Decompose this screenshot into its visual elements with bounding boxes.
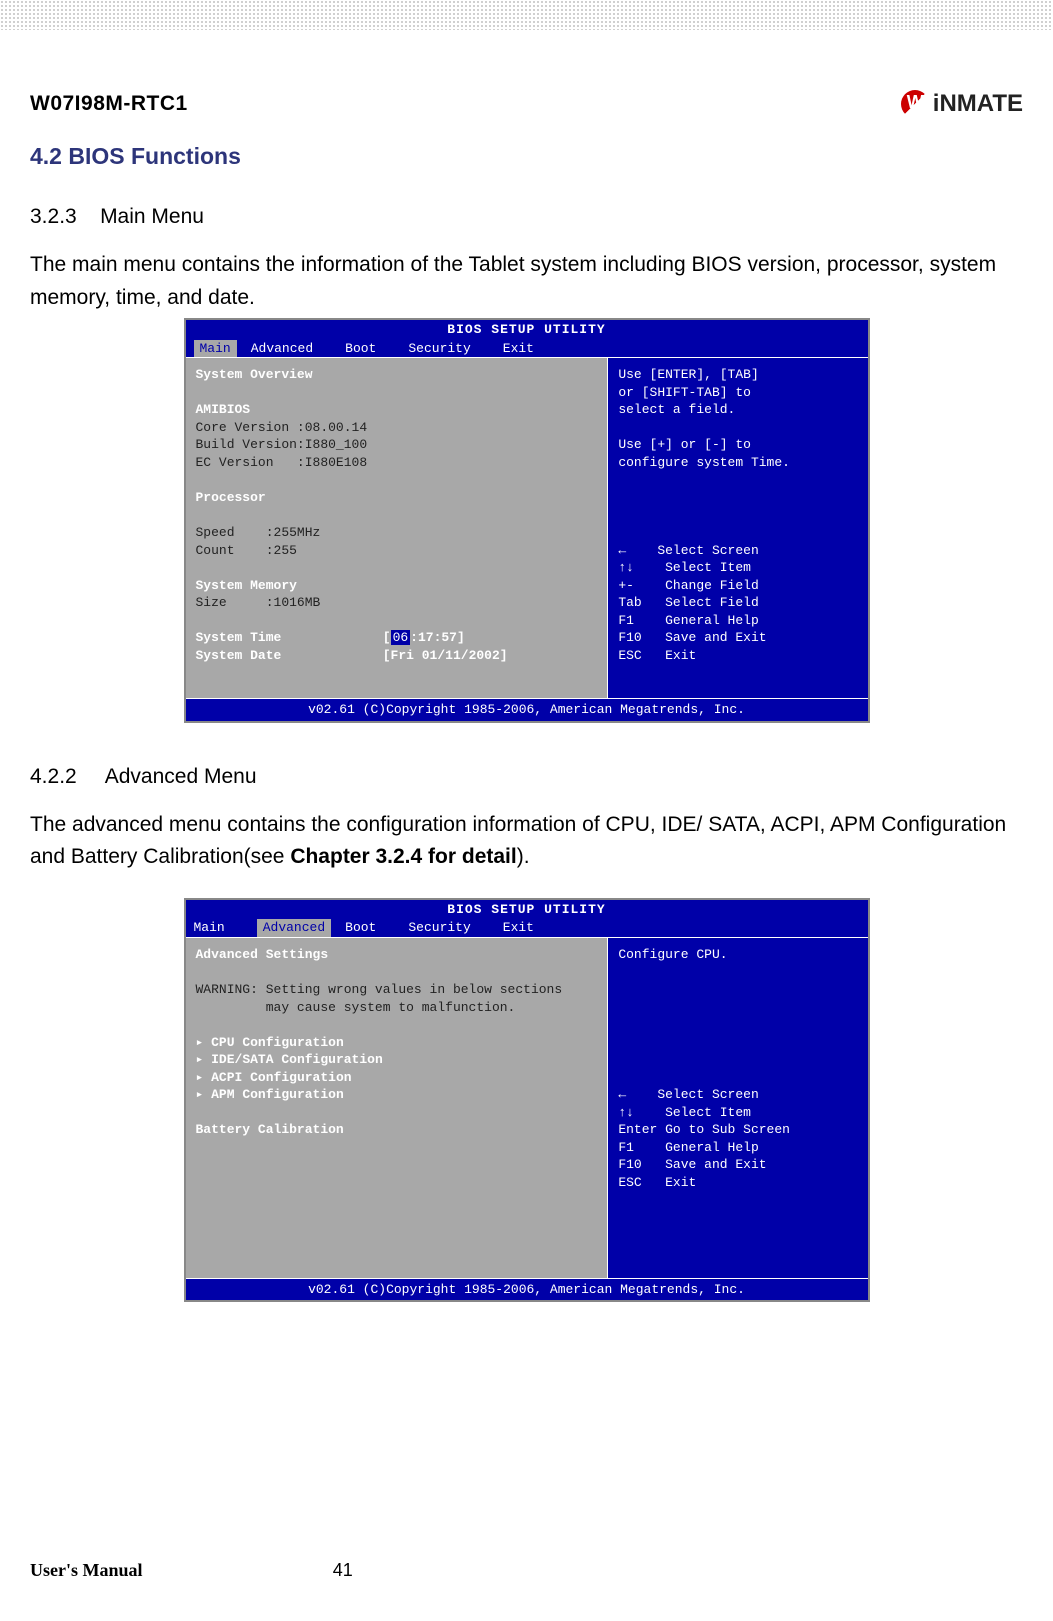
tab-exit[interactable]: Exit [503, 919, 552, 937]
tab-main[interactable]: Main [194, 340, 237, 358]
system-time-bracket-open: [ [383, 630, 391, 645]
label-advanced-settings: Advanced Settings [196, 947, 329, 962]
tab-advanced[interactable]: Advanced [257, 919, 331, 937]
bios-right-pane: Use [ENTER], [TAB] or [SHIFT-TAB] to sel… [608, 358, 867, 698]
value-count: Count :255 [196, 543, 297, 558]
bios-main-screenshot: BIOS SETUP UTILITY Main Advanced Boot Se… [184, 318, 870, 723]
subsection-title: Main Menu [100, 205, 204, 228]
value-core-version: Core Version :08.00.14 [196, 420, 368, 435]
page-number: 41 [333, 1560, 353, 1581]
bios-tabs: Main Advanced Boot Security Exit [186, 340, 868, 358]
system-time-hours[interactable]: 06 [391, 630, 411, 645]
label-processor: Processor [196, 490, 266, 505]
subsection-title: Advanced Menu [105, 765, 257, 788]
bios-footer: v02.61 (C)Copyright 1985-2006, American … [186, 698, 868, 721]
brand-logo: iNMATE [901, 90, 1023, 118]
bios-advanced-screenshot: BIOS SETUP UTILITY Main Advanced Boot Se… [184, 898, 870, 1303]
help-configure-time: Use [+] or [-] to configure system Time. [618, 437, 790, 470]
footer-label: User's Manual [30, 1560, 143, 1581]
tab-advanced[interactable]: Advanced [251, 340, 331, 358]
tab-boot[interactable]: Boot [345, 340, 394, 358]
value-ec-version: EC Version :I880E108 [196, 455, 368, 470]
bios-right-pane: Configure CPU. ← Select Screen ↑↓ Select… [608, 938, 867, 1278]
label-system-time: System Time [196, 630, 282, 645]
item-cpu-config[interactable]: ▸ CPU Configuration [196, 1035, 344, 1050]
model-code: W07I98M-RTC1 [30, 92, 188, 116]
nav-keys: ← Select Screen ↑↓ Select Item +- Change… [618, 543, 766, 663]
item-apm-config[interactable]: ▸ APM Configuration [196, 1087, 344, 1102]
section-heading: 4.2 BIOS Functions [30, 143, 1023, 170]
subsection-number: 4.2.2 [30, 765, 77, 788]
bios-title: BIOS SETUP UTILITY [186, 320, 868, 340]
label-system-overview: System Overview [196, 367, 313, 382]
system-time-rest[interactable]: :17:57] [410, 630, 465, 645]
subsection-422: 4.2.2 Advanced Menu [30, 765, 1023, 789]
label-amibios: AMIBIOS [196, 402, 251, 417]
label-system-date: System Date [196, 648, 282, 663]
brand-name: iNMATE [933, 90, 1023, 118]
label-system-memory: System Memory [196, 578, 297, 593]
tab-security[interactable]: Security [408, 919, 488, 937]
value-speed: Speed :255MHz [196, 525, 321, 540]
item-acpi-config[interactable]: ▸ ACPI Configuration [196, 1070, 352, 1085]
p2-text-c: ). [517, 845, 530, 868]
top-dither-border [0, 0, 1053, 30]
page-footer: User's Manual 41 [30, 1560, 1023, 1581]
subsection-number: 3.2.3 [30, 205, 77, 228]
paragraph-advanced-menu: The advanced menu contains the configura… [30, 809, 1023, 874]
value-build-version: Build Version:I880_100 [196, 437, 368, 452]
page-header: W07I98M-RTC1 iNMATE [30, 90, 1023, 118]
subsection-323: 3.2.3 Main Menu [30, 205, 1023, 229]
value-mem-size: Size :1016MB [196, 595, 321, 610]
bios-tabs: Main Advanced Boot Security Exit [186, 919, 868, 937]
warning-text: WARNING: Setting wrong values in below s… [196, 982, 563, 1015]
bios-left-pane: Advanced Settings WARNING: Setting wrong… [186, 938, 609, 1278]
bios-footer: v02.61 (C)Copyright 1985-2006, American … [186, 1278, 868, 1301]
brand-logo-mark [901, 90, 929, 118]
bios-title: BIOS SETUP UTILITY [186, 900, 868, 920]
help-select-field: Use [ENTER], [TAB] or [SHIFT-TAB] to sel… [618, 367, 758, 417]
p2-chapter-ref: Chapter 3.2.4 for detail [290, 845, 516, 868]
item-ide-sata-config[interactable]: ▸ IDE/SATA Configuration [196, 1052, 383, 1067]
footer-label-text: User's Manual [30, 1560, 143, 1580]
tab-main[interactable]: Main [194, 919, 243, 937]
nav-keys: ← Select Screen ↑↓ Select Item Enter Go … [618, 1087, 790, 1190]
paragraph-main-menu: The main menu contains the information o… [30, 249, 1023, 314]
system-date-value[interactable]: [Fri 01/11/2002] [383, 648, 508, 663]
tab-exit[interactable]: Exit [503, 340, 552, 358]
bios-left-pane: System Overview AMIBIOS Core Version :08… [186, 358, 609, 698]
tab-boot[interactable]: Boot [345, 919, 394, 937]
tab-security[interactable]: Security [408, 340, 488, 358]
help-configure-cpu: Configure CPU. [618, 947, 727, 962]
item-battery-calibration[interactable]: Battery Calibration [196, 1122, 344, 1137]
